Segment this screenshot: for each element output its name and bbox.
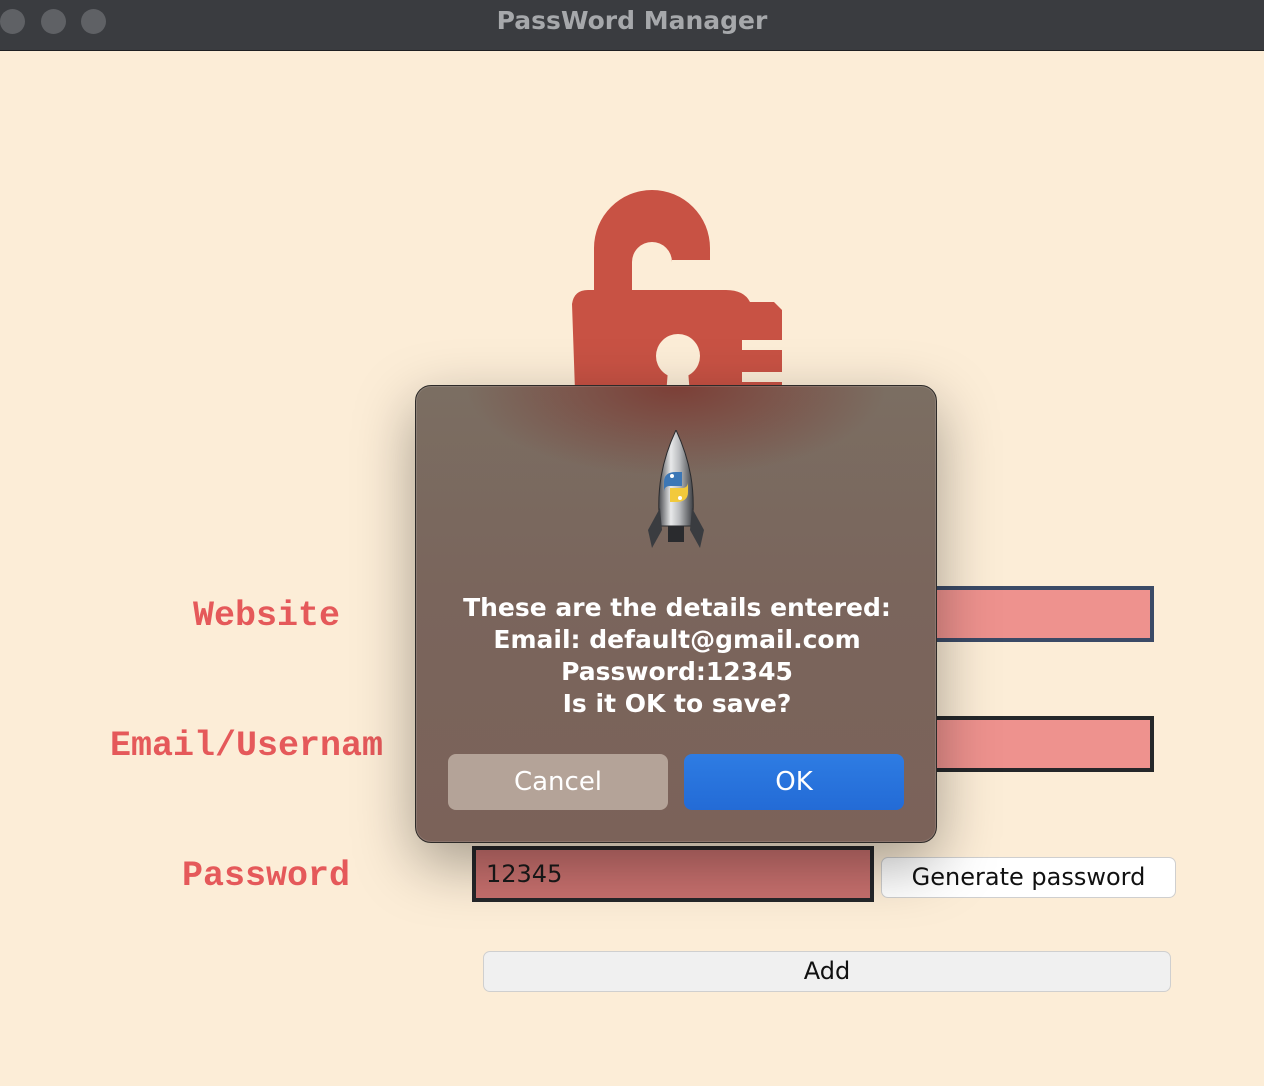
website-input[interactable]	[930, 586, 1154, 642]
generate-password-button[interactable]: Generate password	[881, 857, 1176, 898]
ok-button[interactable]: OK	[684, 754, 904, 810]
email-username-input[interactable]	[930, 716, 1154, 772]
dialog-message-line: These are the details entered:	[463, 593, 891, 622]
dialog-message: These are the details entered: Email: de…	[416, 592, 938, 720]
password-label: Password	[182, 856, 351, 896]
title-bar: PassWord Manager	[0, 0, 1264, 51]
add-button[interactable]: Add	[483, 951, 1171, 992]
password-input[interactable]: 12345	[472, 846, 874, 902]
window-title: PassWord Manager	[496, 6, 768, 35]
dialog-message-line: Password:12345	[561, 657, 793, 686]
confirm-save-dialog: These are the details entered: Email: de…	[415, 385, 937, 843]
dialog-message-line: Is it OK to save?	[562, 689, 792, 718]
website-label: Website	[193, 596, 341, 636]
cancel-button[interactable]: Cancel	[448, 754, 668, 810]
dialog-message-line: Email: default@gmail.com	[493, 625, 861, 654]
email-username-label: Email/Usernam	[110, 726, 384, 766]
python-launcher-rocket-icon	[648, 430, 704, 548]
